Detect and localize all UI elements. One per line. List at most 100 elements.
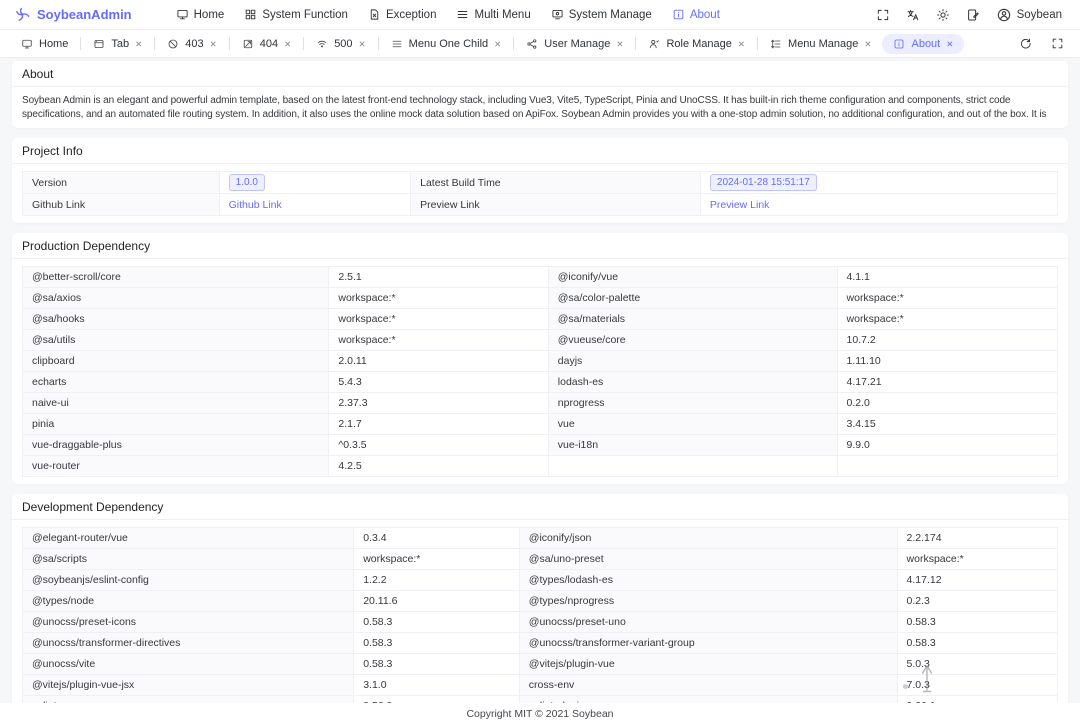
tab-403[interactable]: 403 ✕	[156, 34, 227, 54]
fullscreen-icon[interactable]	[870, 2, 896, 28]
dep-version: workspace:*	[896, 548, 1059, 570]
close-icon[interactable]: ✕	[738, 39, 745, 49]
translate-icon[interactable]	[900, 2, 926, 28]
dep-name: pinia	[21, 413, 330, 435]
development-dependency-title: Development Dependency	[12, 494, 1068, 520]
tab-role-manage[interactable]: Role Manage ✕	[637, 34, 756, 54]
dep-version: 4.17.12	[896, 569, 1059, 591]
dep-name: eslint-plugin-vue	[518, 695, 898, 703]
table-row: vue-router 4.2.5	[21, 455, 1059, 477]
nav-item-exception[interactable]: Exception	[358, 0, 447, 30]
dep-name: vue-draggable-plus	[21, 434, 330, 456]
dep-name: @vueuse/core	[547, 329, 838, 351]
dep-name: @sa/hooks	[21, 308, 330, 330]
dep-name: @unocss/vite	[21, 653, 355, 675]
dep-name: @elegant-router/vue	[21, 527, 355, 549]
tab-menu-one-child[interactable]: Menu One Child ✕	[380, 34, 513, 54]
window-icon	[93, 38, 105, 50]
nav-item-system-function[interactable]: System Function	[234, 0, 358, 30]
refresh-icon[interactable]	[1012, 31, 1038, 57]
tab-tab[interactable]: Tab ✕	[82, 34, 153, 54]
tab-label: 500	[334, 37, 353, 50]
nav-item-about[interactable]: About	[662, 0, 730, 30]
dep-version: workspace:*	[328, 329, 549, 351]
table-row: Version 1.0.0 Latest Build Time 2024-01-…	[22, 171, 1059, 194]
preview-link[interactable]: Preview Link	[710, 199, 770, 211]
user-menu[interactable]: Soybean	[990, 7, 1066, 23]
tab-divider	[80, 37, 82, 50]
nav-item-home[interactable]: Home	[166, 0, 235, 30]
table-row: Github Link Github Link Preview Link Pre…	[22, 193, 1059, 216]
tab-label: Role Manage	[666, 37, 732, 50]
table-row: @unocss/transformer-directives 0.58.3 @uno…	[21, 632, 1059, 654]
tab-divider	[377, 37, 379, 50]
avatar-icon	[996, 7, 1012, 23]
close-icon[interactable]: ✕	[135, 39, 142, 49]
theme-doc-icon[interactable]	[960, 2, 986, 28]
fullscreen-icon[interactable]	[1044, 31, 1070, 57]
github-link[interactable]: Github Link	[229, 199, 282, 211]
dep-name: vue	[547, 413, 838, 435]
info-label: Latest Build Time	[410, 171, 701, 194]
tab-500[interactable]: 500 ✕	[305, 34, 376, 54]
development-dependency-table: @elegant-router/vue 0.3.4 @iconify/json 2.2…	[21, 527, 1059, 703]
table-row: @unocss/preset-icons 0.58.3 @unocss/preset…	[21, 611, 1059, 633]
dep-version: 1.2.2	[353, 569, 520, 591]
about-card: About Soybean Admin is an elegant and po…	[12, 61, 1068, 128]
dep-version: 2.1.7	[328, 413, 549, 435]
info-label: Preview Link	[410, 193, 701, 216]
dep-name: clipboard	[21, 350, 330, 372]
dep-version: 0.58.3	[353, 632, 520, 654]
tab-about[interactable]: About ✕	[882, 33, 965, 54]
dep-version: 2.37.3	[328, 392, 549, 414]
nav-item-system-manage[interactable]: System Manage	[541, 0, 662, 30]
nav-item-multi-menu[interactable]: Multi Menu	[446, 0, 540, 30]
nav-item-label: Multi Menu	[474, 8, 531, 21]
dep-version: 0.58.3	[896, 632, 1059, 654]
dep-name: @sa/axios	[21, 287, 330, 309]
development-dependency-card: Development Dependency @elegant-router/v…	[12, 494, 1068, 703]
app-header: SoybeanAdmin Home System Function Except…	[0, 0, 1080, 30]
sun-icon[interactable]	[930, 2, 956, 28]
tab-menu-manage[interactable]: Menu Manage ✕	[759, 34, 882, 54]
person-icon	[648, 38, 660, 50]
close-icon[interactable]: ✕	[494, 39, 501, 49]
dep-version: 2.5.1	[328, 266, 549, 288]
table-row: @sa/axios workspace:* @sa/color-palette wor…	[21, 287, 1059, 309]
table-row: @unocss/vite 0.58.3 @vitejs/plugin-vue 5.0.…	[21, 653, 1059, 675]
info-value: 2024-01-28 15:51:17	[699, 171, 1059, 194]
dep-name: @iconify/vue	[547, 266, 838, 288]
tab-home[interactable]: Home	[10, 34, 79, 54]
soybean-logo-icon	[14, 6, 31, 23]
tab-label: User Manage	[544, 37, 611, 50]
dep-name: @sa/materials	[547, 308, 838, 330]
dep-version: 5.4.3	[328, 371, 549, 393]
close-icon[interactable]: ✕	[864, 39, 871, 49]
close-icon[interactable]: ✕	[359, 39, 366, 49]
brand[interactable]: SoybeanAdmin	[14, 6, 132, 23]
dep-name: @unocss/transformer-directives	[21, 632, 355, 654]
dep-name: @soybeanjs/eslint-config	[21, 569, 355, 591]
dep-version: 10.7.2	[836, 329, 1059, 351]
about-card-title: About	[12, 61, 1068, 87]
dep-version: 4.1.1	[836, 266, 1059, 288]
dep-name: eslint	[21, 695, 355, 703]
close-icon[interactable]: ✕	[946, 39, 953, 49]
tab-label: Menu One Child	[408, 37, 489, 50]
table-row: @sa/scripts workspace:* @sa/uno-preset work…	[21, 548, 1059, 570]
dep-name: @sa/utils	[21, 329, 330, 351]
dep-version: 0.2.0	[836, 392, 1059, 414]
link-off-icon	[242, 38, 254, 50]
tab-user-manage[interactable]: User Manage ✕	[515, 34, 634, 54]
close-icon[interactable]: ✕	[284, 39, 291, 49]
version-tag: 1.0.0	[228, 174, 265, 191]
table-row: vue-draggable-plus ^0.3.5 vue-i18n 9.9.0	[21, 434, 1059, 456]
dep-version: workspace:*	[328, 308, 549, 330]
tab-404[interactable]: 404 ✕	[231, 34, 302, 54]
dep-version: 2.2.174	[896, 527, 1059, 549]
nav-item-label: System Function	[262, 8, 348, 21]
close-icon[interactable]: ✕	[616, 39, 623, 49]
close-icon[interactable]: ✕	[210, 39, 217, 49]
table-row: @vitejs/plugin-vue-jsx 3.1.0 cross-env 7.0.…	[21, 674, 1059, 696]
dep-version: ^0.3.5	[328, 434, 549, 456]
